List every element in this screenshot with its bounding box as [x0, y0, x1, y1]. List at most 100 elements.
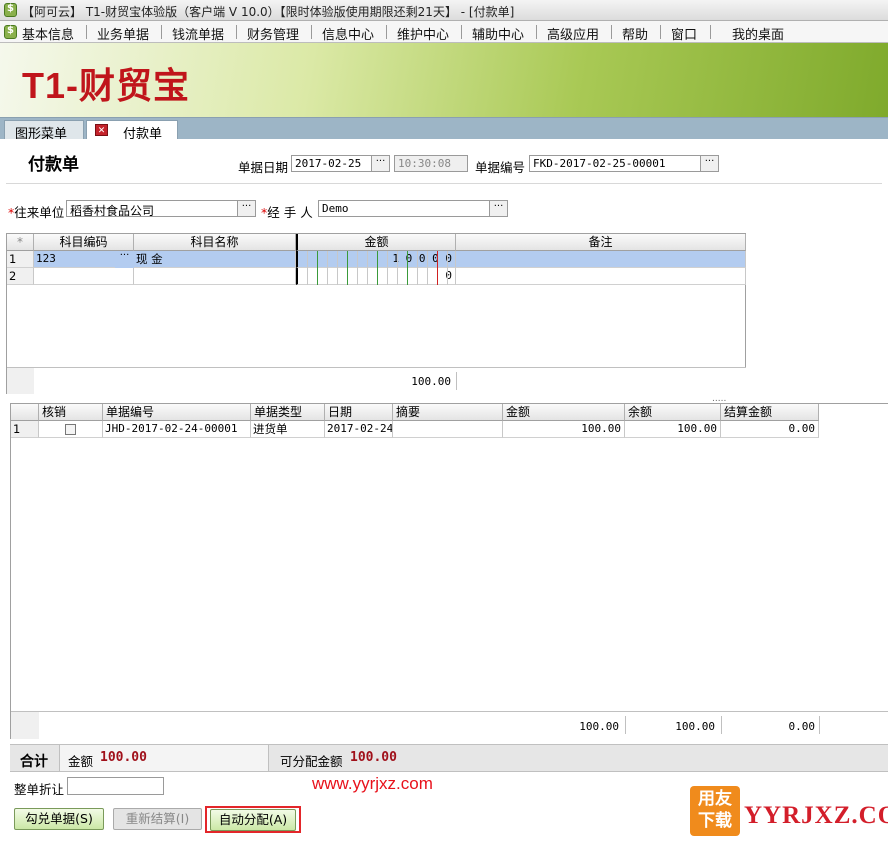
handler-picker-button[interactable]: ···	[489, 200, 508, 217]
col-header-amount2[interactable]: 金额	[503, 404, 625, 421]
amount-panel: 金额 100.00	[59, 745, 269, 771]
check-docs-button[interactable]: 勾兑单据(S)	[14, 808, 104, 830]
product-logo: T1-财贸宝	[22, 65, 191, 106]
menu-window[interactable]: 窗口	[671, 24, 697, 43]
cell-summary[interactable]	[393, 421, 503, 438]
cell-docno[interactable]: JHD-2017-02-24-00001	[103, 421, 251, 438]
app-icon	[4, 3, 17, 17]
menu-separator	[161, 25, 162, 39]
menu-my-desktop[interactable]: 我的桌面	[732, 24, 784, 43]
title-bar: 【阿可云】 T1-财贸宝体验版（客户端 V 10.0）【限时体验版使用期限还剩2…	[0, 0, 888, 21]
menu-separator	[660, 25, 661, 39]
cell-code[interactable]	[34, 268, 134, 285]
tab-graphic-menu[interactable]: 图形菜单	[4, 120, 84, 142]
col-header-code[interactable]: 科目编码	[34, 234, 134, 251]
grid2-total-amount: 100.00	[579, 720, 619, 733]
col-header-name[interactable]: 科目名称	[134, 234, 296, 251]
digit-line	[327, 251, 328, 285]
code-picker-button[interactable]: ···	[115, 251, 134, 268]
grid2-corner	[11, 404, 39, 421]
date-field[interactable]: 2017-02-25	[291, 155, 372, 172]
sum-label: 合计	[20, 754, 48, 770]
discount-field[interactable]	[67, 777, 164, 795]
banner: T1-财贸宝	[0, 43, 888, 117]
docno-field[interactable]: FKD-2017-02-25-00001	[529, 155, 701, 172]
amount-value: 100.00	[100, 750, 147, 765]
grid2-total-settle: 0.00	[788, 720, 816, 733]
close-tab-icon[interactable]: ✕	[95, 124, 108, 136]
grid2-total-balance: 100.00	[675, 720, 715, 733]
digit-line	[387, 251, 388, 285]
col-header-summary[interactable]: 摘要	[393, 404, 503, 421]
tab-strip: 图形菜单 ✕ 付款单	[0, 117, 888, 142]
menu-auxiliary[interactable]: 辅助中心	[472, 24, 524, 43]
menu-separator	[536, 25, 537, 39]
menu-info-center[interactable]: 信息中心	[322, 24, 374, 43]
digit-line	[347, 251, 348, 285]
auto-allocate-button[interactable]: 自动分配(A)	[210, 809, 296, 831]
partner-picker-button[interactable]: ···	[237, 200, 256, 217]
menu-advanced[interactable]: 高级应用	[547, 24, 599, 43]
partner-field[interactable]: 稻香村食品公司	[66, 200, 238, 217]
time-field: 10:30:08	[394, 155, 468, 172]
digit-line	[437, 251, 438, 285]
col-header-note[interactable]: 备注	[456, 234, 746, 251]
cell-balance[interactable]: 100.00	[625, 421, 721, 438]
cell-date[interactable]: 2017-02-24	[325, 421, 393, 438]
cell-name[interactable]: 现 金	[134, 251, 296, 268]
docno-picker-button[interactable]: ···	[700, 155, 719, 172]
menu-separator	[236, 25, 237, 39]
handler-field[interactable]: Demo	[318, 200, 490, 217]
col-header-amount[interactable]: 金额	[296, 234, 456, 251]
cell-note[interactable]	[456, 268, 746, 285]
recalc-button[interactable]: 重新结算(I)	[113, 808, 202, 830]
menu-app-icon[interactable]	[4, 25, 17, 39]
digit-line	[357, 251, 358, 285]
cell-verify[interactable]	[39, 421, 103, 438]
cell-amount[interactable]: 1 0 0 0 0	[296, 251, 456, 268]
menu-basic-info[interactable]: 基本信息	[22, 24, 74, 43]
digit-line	[367, 251, 368, 285]
col-header-balance[interactable]: 余额	[625, 404, 721, 421]
digit-line	[377, 251, 378, 285]
totals-divider	[625, 716, 626, 734]
grid-corner: *	[7, 234, 34, 251]
summary-bar: 合计 金额 100.00 可分配金额 100.00	[10, 744, 888, 772]
date-label: 单据日期	[238, 160, 289, 175]
menu-separator	[386, 25, 387, 39]
menu-cash-docs[interactable]: 钱流单据	[172, 24, 224, 43]
settlement-grid: 核销 单据编号 单据类型 日期 摘要 金额 余额 结算金额 1 JHD-2017…	[10, 403, 888, 739]
col-header-doctype[interactable]: 单据类型	[251, 404, 325, 421]
divider	[6, 183, 882, 184]
cell-settle[interactable]: 0.00	[721, 421, 819, 438]
menu-finance[interactable]: 财务管理	[247, 24, 299, 43]
cell-doctype[interactable]: 进货单	[251, 421, 325, 438]
alloc-value: 100.00	[350, 750, 397, 765]
partner-label: *往来单位	[8, 205, 65, 220]
cell-name[interactable]	[134, 268, 296, 285]
col-header-date[interactable]: 日期	[325, 404, 393, 421]
date-picker-button[interactable]: ···	[371, 155, 390, 172]
row-number: 1	[7, 251, 34, 268]
col-header-verify[interactable]: 核销	[39, 404, 103, 421]
cell-note[interactable]	[456, 251, 746, 268]
tab-payment[interactable]: ✕ 付款单	[86, 120, 178, 142]
digit-line	[317, 251, 318, 285]
row-number: 1	[11, 421, 39, 438]
digit-line	[397, 251, 398, 285]
cell-amount[interactable]: 0	[296, 268, 456, 285]
totals-divider	[456, 372, 457, 390]
amount-label: 金额	[68, 754, 94, 769]
col-header-docno[interactable]: 单据编号	[103, 404, 251, 421]
account-grid: * 科目编码 科目名称 金额 备注 1 123 ··· 现 金 1 0 0 0 …	[6, 233, 746, 394]
menu-separator	[611, 25, 612, 39]
cell-amount[interactable]: 100.00	[503, 421, 625, 438]
alloc-label: 可分配金额	[280, 754, 343, 769]
menu-help[interactable]: 帮助	[622, 24, 648, 43]
menu-business-docs[interactable]: 业务单据	[97, 24, 149, 43]
watermark-brand: YYRJXZ.COM	[744, 802, 888, 829]
row-number: 2	[7, 268, 34, 285]
menu-maintenance[interactable]: 维护中心	[397, 24, 449, 43]
verify-checkbox[interactable]	[65, 424, 76, 435]
col-header-settle[interactable]: 结算金额	[721, 404, 819, 421]
